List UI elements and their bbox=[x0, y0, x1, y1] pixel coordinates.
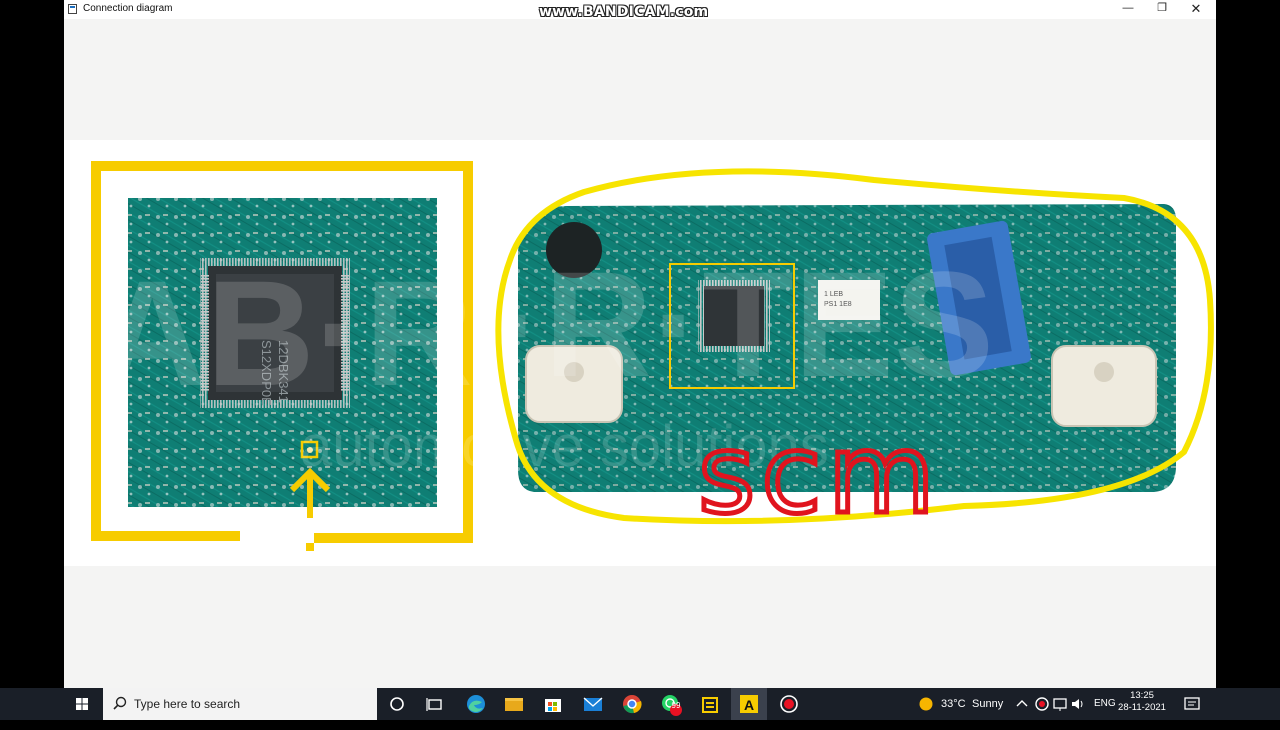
brand-watermark-right: ·R·TES bbox=[494, 240, 994, 408]
abrites-app-icon[interactable]: A bbox=[737, 692, 761, 716]
input-language[interactable]: ENG bbox=[1094, 698, 1116, 730]
clock-time: 13:25 bbox=[1130, 690, 1154, 701]
close-button[interactable]: ✕ bbox=[1178, 0, 1214, 19]
stepper-motor-right bbox=[1051, 345, 1157, 427]
task-view-icon[interactable] bbox=[423, 692, 447, 716]
title-bar: Connection diagram www.BANDICAM.com — ❐ … bbox=[64, 0, 1216, 20]
chrome-icon[interactable] bbox=[620, 692, 644, 716]
bandicam-watermark: www.BANDICAM.com bbox=[539, 4, 709, 20]
recorder-icon[interactable] bbox=[777, 692, 801, 716]
windows-logo-icon bbox=[76, 698, 88, 710]
svg-text:A: A bbox=[744, 697, 754, 713]
mail-icon[interactable] bbox=[581, 692, 605, 716]
maximize-button[interactable]: ❐ bbox=[1144, 0, 1180, 19]
weather-desc[interactable]: Sunny bbox=[972, 698, 1003, 730]
notifications-icon[interactable] bbox=[1180, 692, 1204, 716]
window-title: Connection diagram bbox=[83, 3, 173, 14]
start-button[interactable] bbox=[62, 688, 102, 720]
window-app-icon bbox=[68, 4, 77, 14]
weather-temp[interactable]: 33°C bbox=[941, 698, 966, 730]
clock-date: 28-11-2021 bbox=[1118, 702, 1166, 713]
search-placeholder: Type here to search bbox=[134, 697, 241, 711]
volume-icon[interactable] bbox=[1066, 692, 1090, 716]
cortana-icon[interactable] bbox=[385, 692, 409, 716]
search-icon bbox=[113, 696, 127, 710]
taskbar-clock[interactable]: 13:25 28-11-2021 bbox=[1118, 690, 1166, 714]
viewer-window: Connection diagram www.BANDICAM.com — ❐ … bbox=[64, 0, 1216, 688]
whatsapp-badge: 99 bbox=[671, 701, 681, 710]
sticky-icon[interactable] bbox=[698, 692, 722, 716]
file-explorer-icon[interactable] bbox=[502, 692, 526, 716]
brand-watermark-left: AB·R bbox=[98, 249, 473, 417]
store-icon[interactable] bbox=[541, 692, 565, 716]
windows-taskbar: Type here to search 99 A 33°C Sunny ENG … bbox=[0, 688, 1280, 720]
connection-diagram-slide: 12DBK341 S12XDP0E AB·R 1 LEB PS1 1E8 ·R·… bbox=[64, 140, 1216, 566]
edge-icon[interactable] bbox=[464, 692, 488, 716]
taskbar-search-box[interactable]: Type here to search bbox=[103, 688, 377, 720]
minimize-button[interactable]: — bbox=[1110, 0, 1146, 19]
handwritten-scm-label: scm bbox=[698, 410, 941, 538]
chip-closeup-panel: 12DBK341 S12XDP0E AB·R bbox=[91, 161, 473, 551]
weather-sun-icon[interactable] bbox=[914, 692, 938, 716]
